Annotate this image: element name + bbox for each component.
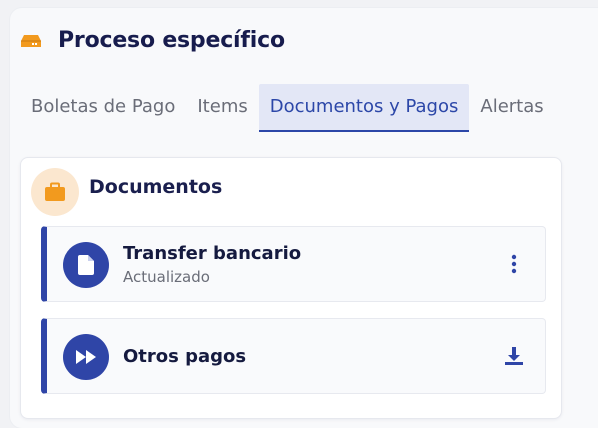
document-item-transfer[interactable]: Transfer bancario Actualizado xyxy=(41,226,546,302)
document-item-status: Actualizado xyxy=(123,268,210,286)
page-header: Proceso específico xyxy=(20,28,285,53)
documents-card-title: Documentos xyxy=(89,176,223,198)
document-item-title: Otros pagos xyxy=(123,346,247,367)
documents-card: Documentos Transfer bancario Actualizado xyxy=(20,157,562,419)
download-icon[interactable] xyxy=(501,343,527,369)
tab-bar: Boletas de Pago Items Documentos y Pagos… xyxy=(20,84,555,132)
tab-alertas[interactable]: Alertas xyxy=(469,84,554,130)
document-item-title: Transfer bancario xyxy=(123,243,302,264)
tab-items[interactable]: Items xyxy=(186,84,258,130)
fast-forward-icon xyxy=(63,334,109,380)
tab-boletas-de-pago[interactable]: Boletas de Pago xyxy=(20,84,186,130)
briefcase-icon xyxy=(31,168,79,216)
document-icon xyxy=(63,242,109,288)
tab-documentos-y-pagos[interactable]: Documentos y Pagos xyxy=(258,84,470,132)
box-icon xyxy=(20,33,42,49)
document-item-otros-pagos[interactable]: Otros pagos xyxy=(41,318,546,394)
page-title: Proceso específico xyxy=(58,28,285,53)
more-vertical-icon[interactable] xyxy=(501,251,527,277)
documents-card-header: Documentos xyxy=(31,168,222,216)
